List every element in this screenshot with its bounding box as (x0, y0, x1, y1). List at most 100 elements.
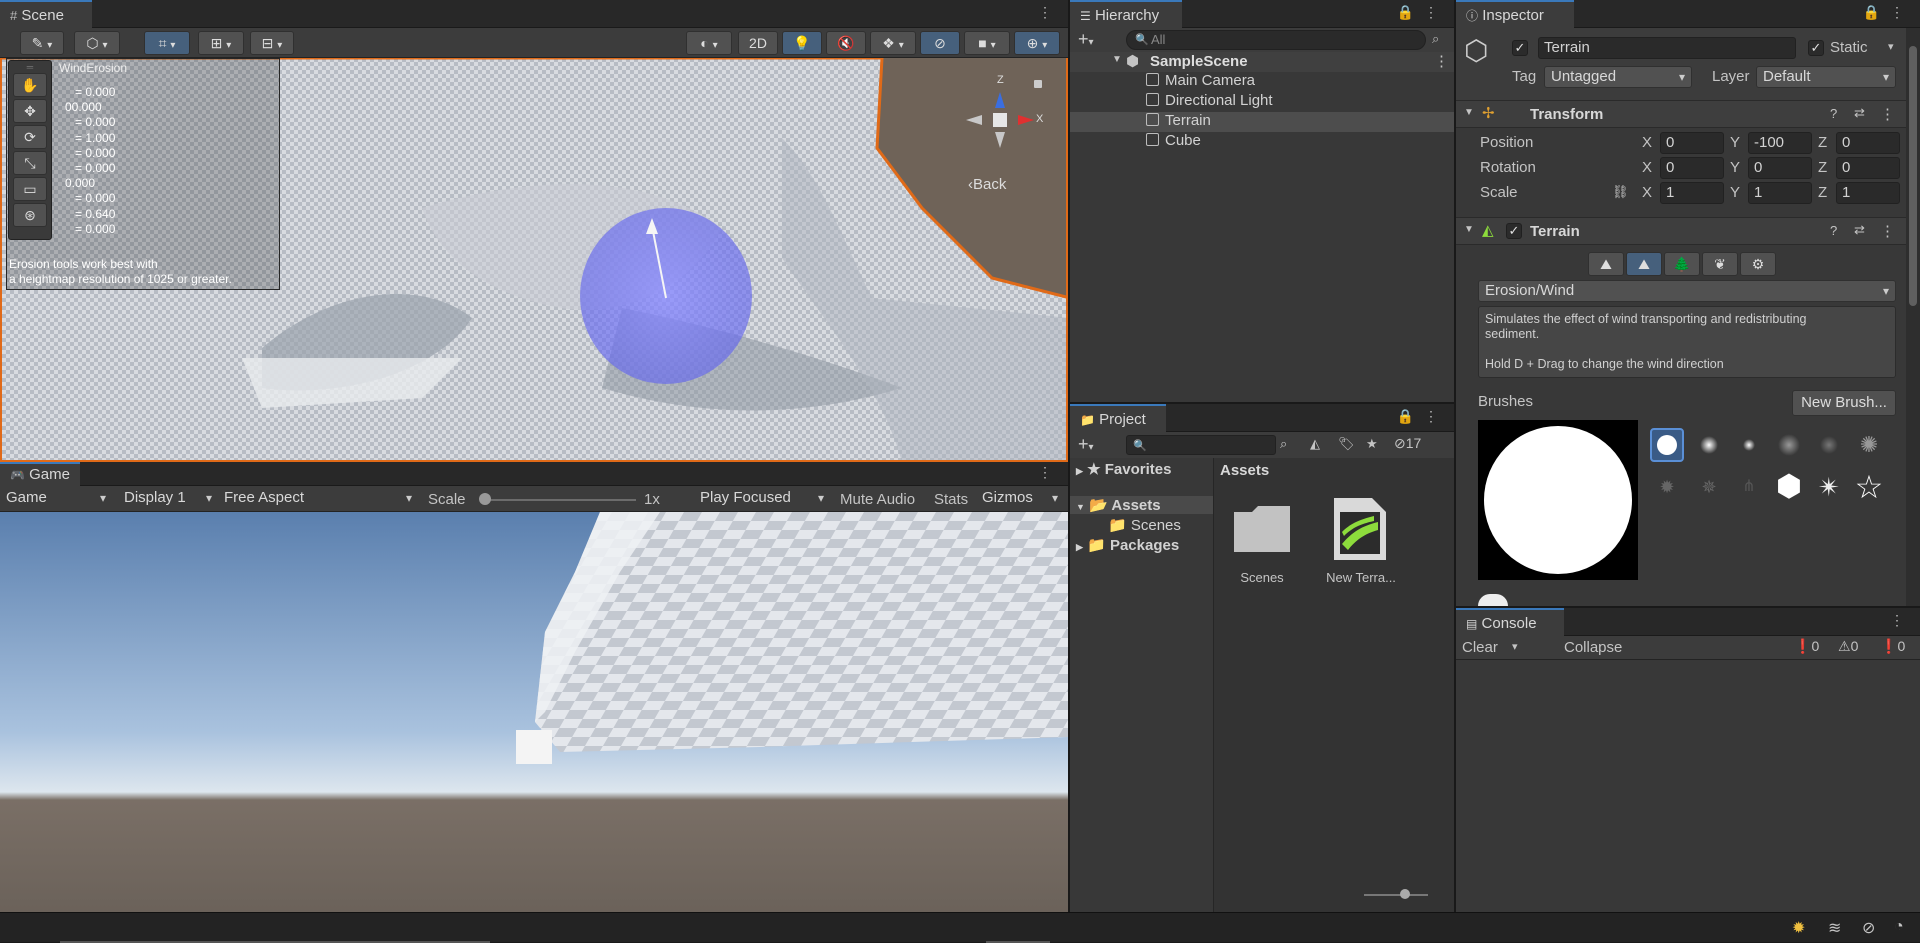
position-y-field[interactable]: -100 (1748, 132, 1812, 154)
object-name-field[interactable]: Terrain (1538, 37, 1796, 59)
cache-server-icon[interactable]: ≋ (1828, 918, 1841, 938)
scene-menu-icon[interactable]: ⋮ (1434, 52, 1449, 70)
create-terrain-tool-icon[interactable]: ⛰ (1588, 252, 1624, 276)
back-view-label[interactable]: ‹Back (968, 176, 1006, 193)
clear-options-dropdown-icon[interactable]: ▾ (1512, 640, 1518, 653)
tree-assets[interactable]: ▼ 📂 Assets (1070, 496, 1213, 514)
game-viewport[interactable] (0, 512, 1068, 912)
static-dropdown-icon[interactable]: ▾ (1888, 40, 1894, 53)
project-search-input[interactable]: 🔍 (1126, 435, 1276, 455)
inspector-scrollbar-thumb[interactable] (1909, 46, 1917, 306)
lighting-progress-icon[interactable]: ✹ (1792, 918, 1805, 938)
position-z-field[interactable]: 0 (1836, 132, 1900, 154)
error-filter-toggle[interactable]: ❗0 (1880, 638, 1920, 658)
hierarchy-item-cube[interactable]: Cube (1070, 132, 1454, 152)
tree-packages[interactable]: ▶ 📁 Packages (1076, 536, 1179, 554)
toggle-2d-button[interactable]: 2D (738, 31, 778, 55)
type-filter-icon[interactable]: ◭ (1310, 436, 1320, 452)
terrain-settings-tool-icon[interactable]: ⚙ (1740, 252, 1776, 276)
hidden-packages-toggle[interactable]: ⊘17 (1394, 435, 1421, 452)
hierarchy-search-input[interactable]: 🔍 All (1126, 30, 1426, 50)
transform-header[interactable]: ▼ ✢ Transform ? ⇄ ⋮ (1456, 100, 1906, 128)
audio-toggle-icon[interactable]: 🔇 (826, 31, 866, 55)
new-brush-button[interactable]: New Brush... (1792, 390, 1896, 416)
gizmo-lock-icon[interactable] (1034, 80, 1042, 88)
scene-root-row[interactable]: ▼ ⬢ SampleScene ⋮ (1070, 52, 1454, 72)
transform-tool-icon[interactable]: ⊛ (13, 203, 47, 227)
render-mode-button[interactable]: ⬡ ▾ (74, 31, 120, 55)
stats-button[interactable]: Stats (934, 491, 968, 508)
icon-size-slider[interactable] (1364, 894, 1428, 896)
brush-hard-circle-icon[interactable] (1650, 428, 1684, 462)
project-lock-menu-icons[interactable]: 🔒⋮ (1397, 408, 1448, 425)
layer-dropdown[interactable]: Default (1756, 66, 1896, 88)
tab-project[interactable]: 📁 Project (1070, 404, 1166, 432)
asset-new-terrain[interactable]: New Terra... (1318, 498, 1404, 588)
brush-starburst-icon[interactable]: ✴ (1812, 470, 1846, 504)
assets-breadcrumb[interactable]: Assets (1220, 462, 1269, 479)
rect-tool-icon[interactable]: ▭ (13, 177, 47, 201)
tab-scene[interactable]: # Scene (0, 0, 92, 28)
debug-mode-icon[interactable]: ⊘ (1862, 918, 1875, 938)
rotation-x-field[interactable]: 0 (1660, 157, 1724, 179)
gizmos-dropdown[interactable]: Gizmos (976, 488, 1064, 510)
position-x-field[interactable]: 0 (1660, 132, 1724, 154)
help-icon[interactable]: ? (1830, 223, 1837, 238)
gizmos-toggle-icon[interactable]: ⊕ ▾ (1014, 31, 1060, 55)
tag-dropdown[interactable]: Untagged (1544, 66, 1692, 88)
tree-favorites[interactable]: ▶ ★ Favorites (1076, 460, 1171, 478)
console-menu-icon[interactable]: ⋮ (1890, 612, 1914, 629)
label-filter-icon[interactable]: 🏷 (1338, 436, 1355, 452)
expand-arrow-icon[interactable]: ▼ (1112, 54, 1122, 65)
rotate-tool-icon[interactable]: ⟳ (13, 125, 47, 149)
grid-snap-button[interactable]: ⌗ ▾ (144, 31, 190, 55)
palette-handle-icon[interactable]: ═ (9, 61, 51, 73)
draw-shaded-button[interactable]: ◐ ▾ (686, 31, 732, 55)
effects-toggle-icon[interactable]: ❖ ▾ (870, 31, 916, 55)
search-filter-icon[interactable]: ⌕ (1280, 436, 1287, 452)
brush-ring-icon[interactable]: ✵ (1692, 470, 1726, 504)
hierarchy-item-terrain[interactable]: Terrain (1070, 112, 1454, 132)
move-tool-icon[interactable]: ✥ (13, 99, 47, 123)
icon-size-slider-thumb[interactable] (1400, 889, 1410, 899)
terrain-tool-dropdown[interactable]: Erosion/Wind (1478, 280, 1896, 302)
game-mode-dropdown[interactable]: Game (0, 488, 112, 510)
inspector-scrollbar[interactable] (1906, 28, 1920, 606)
component-menu-icon[interactable]: ⋮ (1880, 222, 1895, 240)
hierarchy-item-directional-light[interactable]: Directional Light (1070, 92, 1454, 112)
warning-filter-toggle[interactable]: ⚠0 (1838, 638, 1878, 658)
brush-splat-icon[interactable]: ✺ (1852, 428, 1886, 462)
tab-console[interactable]: ▤ Console (1456, 608, 1564, 636)
create-asset-button[interactable]: +▾ (1078, 434, 1094, 455)
rotation-y-field[interactable]: 0 (1748, 157, 1812, 179)
mute-audio-button[interactable]: Mute Audio (840, 491, 915, 508)
display-dropdown[interactable]: Display 1 (118, 488, 218, 510)
collab-status-icon[interactable]: ◔ (1894, 918, 1904, 936)
asset-scenes-folder[interactable]: Scenes (1224, 498, 1300, 588)
brush-streaks-icon[interactable]: ⋔ (1732, 470, 1766, 504)
tab-game[interactable]: 🎮 Game (0, 462, 80, 486)
hand-tool-icon[interactable]: ✋ (13, 73, 47, 97)
scene-viewport[interactable]: WindErosion = 0.000 00.000 = 0.000 = 1.0… (0, 58, 1068, 462)
presets-icon[interactable]: ⇄ (1854, 105, 1865, 121)
lighting-toggle-icon[interactable]: 💡 (782, 31, 822, 55)
scale-tool-icon[interactable]: ⤡ (13, 151, 47, 175)
favorite-filter-icon[interactable]: ★ (1366, 436, 1378, 452)
camera-settings-icon[interactable]: ■ ▾ (964, 31, 1010, 55)
constrain-proportions-icon[interactable]: ⛓ (1612, 184, 1629, 200)
brush-noise-icon[interactable] (1812, 428, 1846, 462)
scale-x-field[interactable]: 1 (1660, 182, 1724, 204)
hierarchy-filter-icon[interactable]: ⌕ (1432, 31, 1439, 47)
inspector-lock-menu-icons[interactable]: 🔒⋮ (1863, 4, 1914, 21)
increment-snap-button[interactable]: ⊞ ▾ (198, 31, 244, 55)
add-object-button[interactable]: +▾ (1078, 29, 1094, 50)
draw-mode-button[interactable]: ✎ ▾ (20, 31, 64, 55)
tab-inspector[interactable]: ⓘ Inspector (1456, 0, 1574, 28)
brush-star-icon[interactable]: ☆ (1852, 470, 1886, 504)
brush-grunge-icon[interactable]: ✹ (1650, 470, 1684, 504)
rotation-z-field[interactable]: 0 (1836, 157, 1900, 179)
brush-soft-circle-icon[interactable] (1692, 428, 1726, 462)
terrain-component-header[interactable]: ▼ ◭ ✓ Terrain ? ⇄ ⋮ (1456, 217, 1906, 245)
hierarchy-item-main-camera[interactable]: Main Camera (1070, 72, 1454, 92)
aspect-dropdown[interactable]: Free Aspect (218, 488, 418, 510)
